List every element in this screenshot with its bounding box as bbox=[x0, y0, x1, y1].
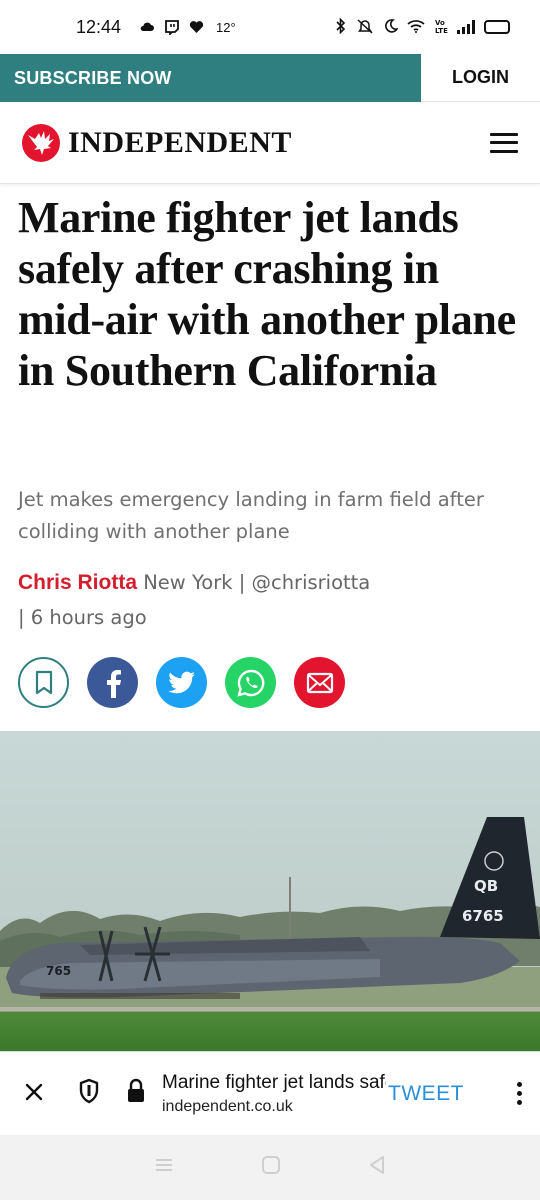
article-headline: Marine fighter jet lands safely after cr… bbox=[18, 193, 516, 395]
fuselage-marking: 765 bbox=[46, 964, 71, 978]
mute-vibrate-icon bbox=[355, 18, 375, 37]
whatsapp-icon[interactable] bbox=[225, 657, 276, 708]
facebook-icon[interactable] bbox=[87, 657, 138, 708]
site-logo[interactable]: INDEPENDENT bbox=[68, 126, 292, 160]
svg-text:Vo: Vo bbox=[435, 19, 445, 27]
battery-icon bbox=[484, 20, 510, 34]
share-buttons bbox=[18, 657, 345, 708]
page-domain: independent.co.uk bbox=[162, 1097, 293, 1115]
author-location: New York | @chrisriotta bbox=[143, 571, 371, 594]
hero-image[interactable]: QB 6765 765 bbox=[0, 731, 540, 1051]
page-title: Marine fighter jet lands safely after cr… bbox=[162, 1071, 386, 1093]
twitch-icon bbox=[165, 19, 179, 35]
status-temperature: 12° bbox=[216, 19, 236, 35]
eagle-icon[interactable] bbox=[22, 123, 60, 162]
back-icon[interactable] bbox=[368, 1155, 386, 1180]
twitter-icon[interactable] bbox=[156, 657, 207, 708]
article-byline: Chris Riotta New York | @chrisriotta | 6… bbox=[18, 565, 523, 635]
browser-toolbar: Marine fighter jet lands safely after cr… bbox=[0, 1051, 540, 1135]
svg-text:LTE: LTE bbox=[435, 27, 448, 34]
subscribe-button[interactable]: SUBSCRIBE NOW bbox=[0, 54, 421, 102]
home-icon[interactable] bbox=[261, 1155, 281, 1180]
status-bar: 12:44 12° Vo LTE bbox=[0, 0, 540, 54]
do-not-disturb-moon-icon bbox=[384, 18, 399, 36]
subscription-bar: SUBSCRIBE NOW LOGIN bbox=[0, 54, 540, 102]
tail-marking-qb: QB bbox=[474, 877, 498, 895]
tweet-button[interactable]: TWEET bbox=[388, 1082, 464, 1106]
author-link[interactable]: Chris Riotta bbox=[18, 571, 137, 594]
close-icon[interactable] bbox=[24, 1078, 50, 1109]
heart-icon bbox=[189, 20, 204, 34]
status-time: 12:44 bbox=[76, 16, 122, 37]
status-right-icons: Vo LTE bbox=[336, 17, 510, 37]
recent-apps-icon[interactable] bbox=[154, 1157, 174, 1178]
publish-time: | 6 hours ago bbox=[18, 606, 147, 629]
bluetooth-icon bbox=[336, 17, 346, 37]
wifi-icon bbox=[407, 19, 425, 36]
tail-marking-number: 6765 bbox=[462, 907, 504, 925]
masthead: INDEPENDENT bbox=[0, 102, 540, 184]
login-button[interactable]: LOGIN bbox=[421, 54, 540, 102]
hamburger-menu-icon[interactable] bbox=[490, 132, 518, 153]
volte-icon: Vo LTE bbox=[434, 18, 448, 37]
cloud-icon bbox=[139, 20, 155, 34]
email-icon[interactable] bbox=[294, 657, 345, 708]
bookmark-icon[interactable] bbox=[18, 657, 69, 708]
lock-icon[interactable] bbox=[126, 1078, 146, 1109]
more-options-icon[interactable] bbox=[513, 1082, 526, 1105]
address-area[interactable]: Marine fighter jet lands safely after cr… bbox=[162, 1070, 386, 1118]
cell-signal-icon bbox=[457, 20, 475, 34]
shield-icon[interactable] bbox=[78, 1078, 100, 1109]
system-navigation-bar bbox=[0, 1135, 540, 1200]
article-standfirst: Jet makes emergency landing in farm fiel… bbox=[18, 488, 484, 543]
